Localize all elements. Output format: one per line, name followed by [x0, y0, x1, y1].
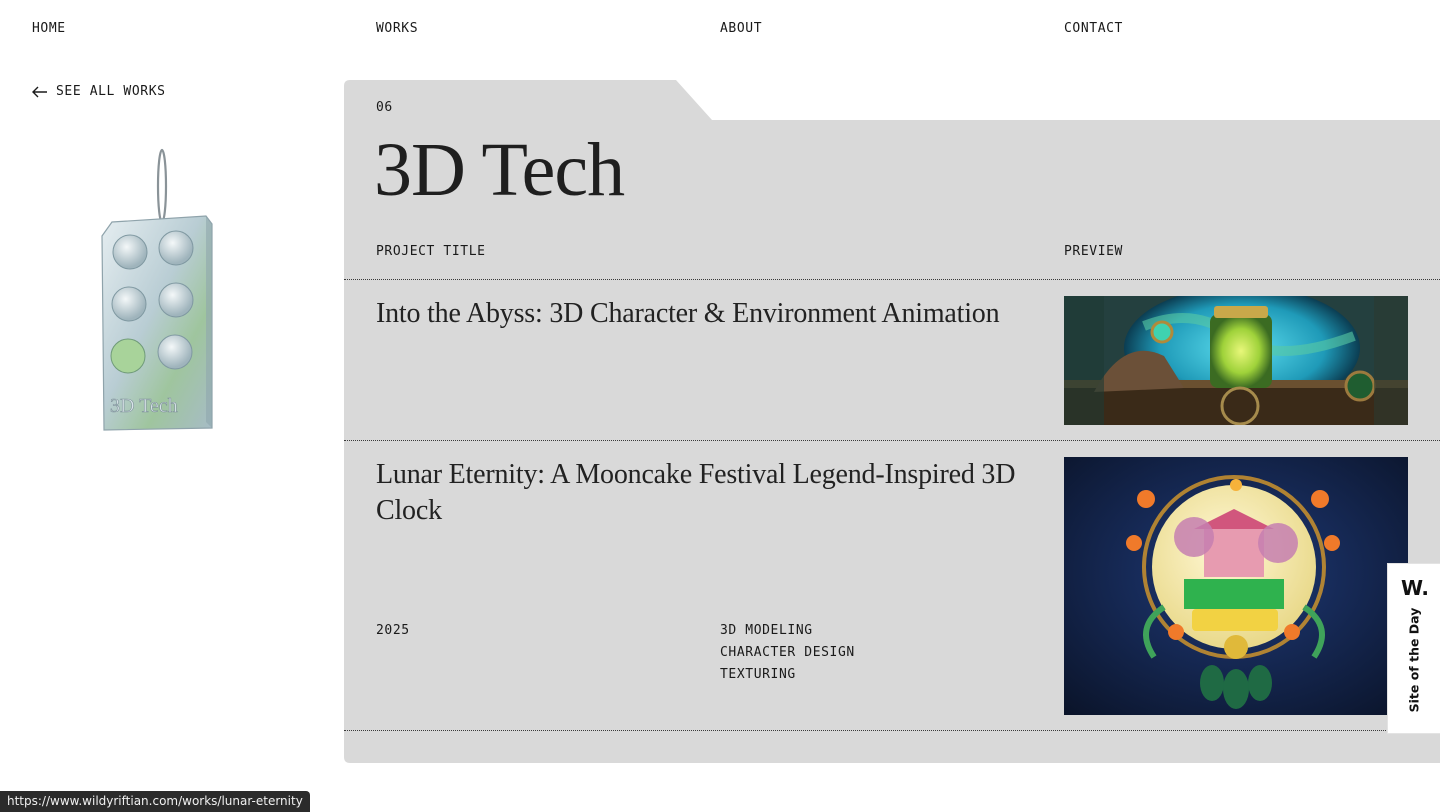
project-title[interactable]: Lunar Eternity: A Mooncake Festival Lege…: [376, 457, 1056, 529]
project-preview-image[interactable]: [1064, 457, 1408, 715]
awwwards-logo-icon: W.: [1401, 576, 1430, 600]
project-title[interactable]: Into the Abyss: 3D Character & Environme…: [376, 296, 1056, 332]
category-panel: 06 3D Tech PROJECT TITLE PREVIEW Into th…: [344, 80, 1440, 763]
project-preview-image[interactable]: [1064, 296, 1408, 425]
badge-label: Site of the Day: [1406, 607, 1422, 713]
link-status-bar: https://www.wildyriftian.com/works/lunar…: [0, 791, 310, 812]
nav-about[interactable]: ABOUT: [720, 21, 762, 36]
column-header-preview: PREVIEW: [1064, 244, 1123, 259]
nav-home[interactable]: HOME: [32, 21, 66, 36]
see-all-works-link[interactable]: SEE ALL WORKS: [32, 84, 166, 99]
site-of-the-day-badge[interactable]: W. Site of the Day: [1387, 563, 1440, 734]
category-title: 3D Tech: [374, 128, 625, 212]
category-number: 06: [376, 100, 393, 115]
nav-works[interactable]: WORKS: [376, 21, 418, 36]
svg-text:3D Tech: 3D Tech: [110, 395, 178, 417]
category-pendant-image: 3D Tech: [96, 148, 220, 434]
project-row[interactable]: Into the Abyss: 3D Character & Environme…: [344, 280, 1440, 440]
see-all-works-label: SEE ALL WORKS: [56, 84, 166, 99]
project-tags: 3D MODELING CHARACTER DESIGN TEXTURING: [720, 623, 855, 682]
project-tag: CHARACTER DESIGN: [720, 645, 855, 660]
nav-contact[interactable]: CONTACT: [1064, 21, 1123, 36]
project-tag: 3D MODELING: [720, 623, 813, 638]
arrow-left-icon: [32, 86, 48, 98]
project-tag: TEXTURING: [720, 667, 796, 682]
project-year: 2025: [376, 623, 410, 638]
column-header-project-title: PROJECT TITLE: [376, 244, 486, 259]
divider: [344, 730, 1440, 731]
project-row[interactable]: Lunar Eternity: A Mooncake Festival Lege…: [344, 441, 1440, 731]
